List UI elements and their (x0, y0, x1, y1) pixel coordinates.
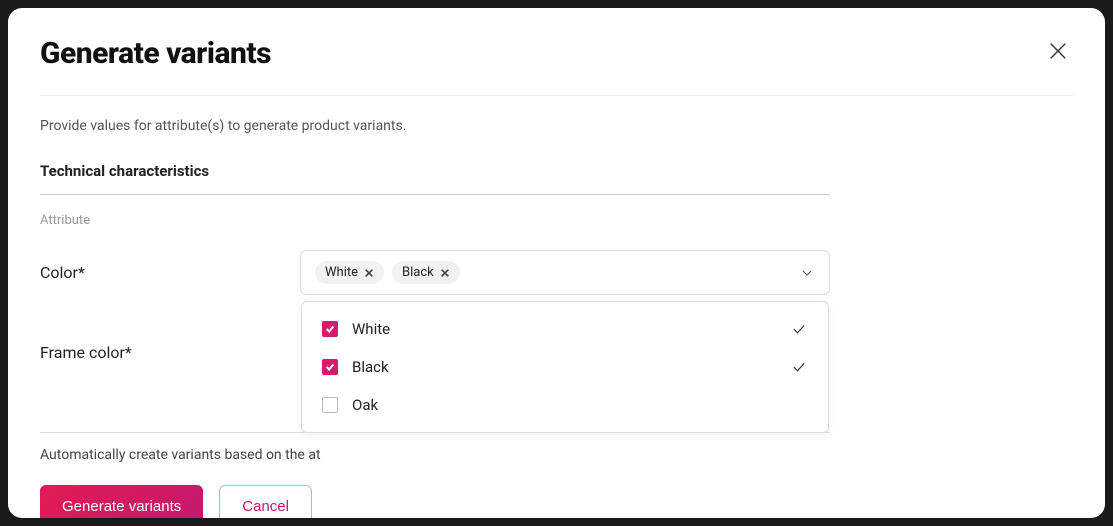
modal-actions: Generate variants Cancel (40, 485, 1073, 518)
chip-label: Black (402, 265, 434, 280)
check-icon (325, 362, 335, 372)
chip-label: White (325, 265, 358, 280)
generate-variants-modal: Generate variants Provide values for att… (8, 8, 1105, 518)
cancel-button[interactable]: Cancel (219, 485, 312, 518)
modal-subtext: Provide values for attribute(s) to gener… (40, 118, 1073, 134)
generate-variants-button[interactable]: Generate variants (40, 485, 203, 518)
option-label: Oak (352, 396, 378, 414)
chip-white: White (315, 261, 384, 284)
section-title: Technical characteristics (40, 162, 830, 195)
chip-remove-black[interactable] (440, 268, 450, 278)
close-button[interactable] (1043, 36, 1073, 66)
checkbox-white[interactable] (322, 321, 338, 337)
modal-header: Generate variants (40, 36, 1073, 96)
attribute-label: Color* (40, 263, 300, 282)
option-black[interactable]: Black (302, 348, 828, 386)
modal-title: Generate variants (40, 36, 271, 71)
attribute-label: Frame color* (40, 343, 300, 362)
attribute-header-label: Attribute (40, 213, 830, 228)
option-label: White (352, 320, 390, 338)
option-label: Black (352, 358, 389, 376)
selected-chips: White Black (315, 261, 460, 284)
checkbox-black[interactable] (322, 359, 338, 375)
check-icon (790, 358, 808, 376)
color-select[interactable]: White Black (300, 250, 830, 295)
option-white[interactable]: White (302, 310, 828, 348)
close-icon (364, 268, 374, 278)
option-oak[interactable]: Oak (302, 386, 828, 424)
attribute-row-color: Color* White Black (40, 250, 830, 295)
close-icon (1047, 40, 1069, 62)
color-dropdown: White Black (301, 301, 829, 433)
chevron-down-icon (799, 265, 815, 281)
hint-text: Automatically create variants based on t… (40, 447, 1073, 463)
check-icon (790, 320, 808, 338)
chip-remove-white[interactable] (364, 268, 374, 278)
chip-black: Black (392, 261, 460, 284)
attributes-section: Technical characteristics Attribute Colo… (40, 162, 830, 362)
close-icon (440, 268, 450, 278)
checkbox-oak[interactable] (322, 397, 338, 413)
check-icon (325, 324, 335, 334)
